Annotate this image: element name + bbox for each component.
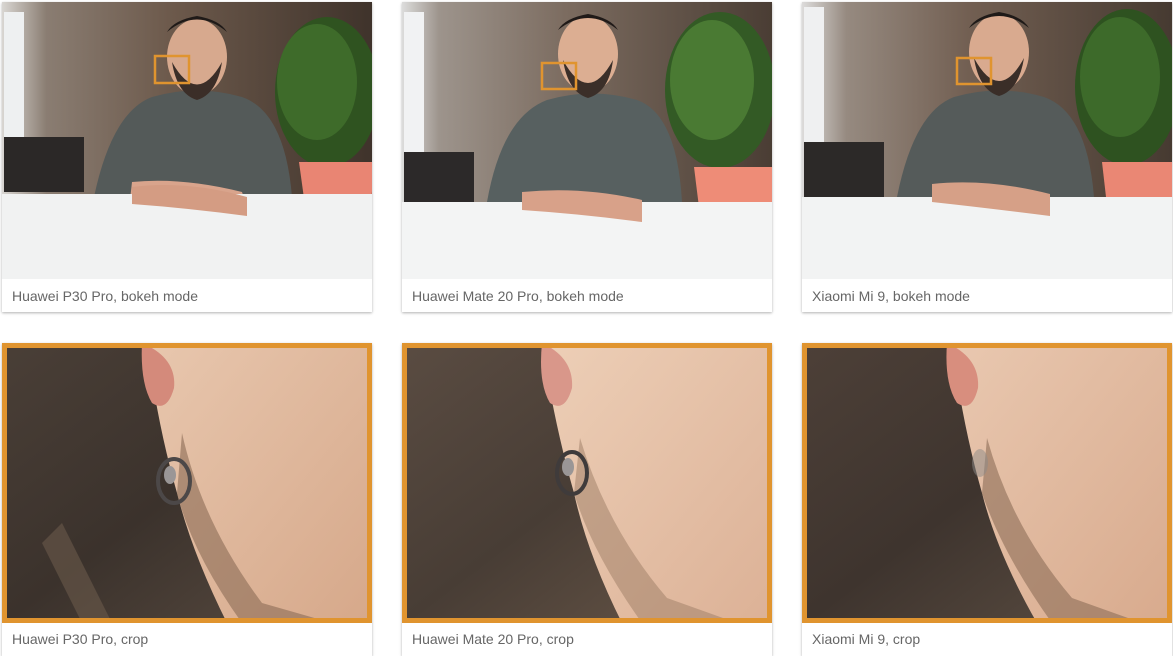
crop-image [2,343,372,623]
crop-photo[interactable] [402,343,772,623]
crop-image [802,343,1172,623]
portrait-caption: Xiaomi Mi 9, bokeh mode [812,288,970,304]
portrait-image [402,2,772,279]
crop-caption: Huawei P30 Pro, crop [12,631,149,647]
crop-card-p30[interactable]: Huawei P30 Pro, crop [2,343,372,656]
portrait-caption: Huawei Mate 20 Pro, bokeh mode [412,288,624,304]
crop-photo[interactable] [802,343,1172,623]
crop-card-mate20[interactable]: Huawei Mate 20 Pro, crop [402,343,772,656]
portrait-photo[interactable] [802,2,1172,279]
portrait-image [2,2,372,279]
portrait-card-p30[interactable]: Huawei P30 Pro, bokeh mode [2,2,372,312]
portrait-photo[interactable] [2,2,372,279]
comparison-gallery: Huawei P30 Pro, bokeh mode Huawei Mate 2… [0,0,1173,656]
portrait-caption: Huawei P30 Pro, bokeh mode [12,288,198,304]
crop-caption: Xiaomi Mi 9, crop [812,631,921,647]
portrait-photo[interactable] [402,2,772,279]
portrait-card-mi9[interactable]: Xiaomi Mi 9, bokeh mode [802,2,1172,312]
crop-photo[interactable] [2,343,372,623]
crop-caption: Huawei Mate 20 Pro, crop [412,631,574,647]
portrait-card-mate20[interactable]: Huawei Mate 20 Pro, bokeh mode [402,2,772,312]
crop-card-mi9[interactable]: Xiaomi Mi 9, crop [802,343,1172,656]
crop-image [402,343,772,623]
portrait-image [802,2,1172,279]
